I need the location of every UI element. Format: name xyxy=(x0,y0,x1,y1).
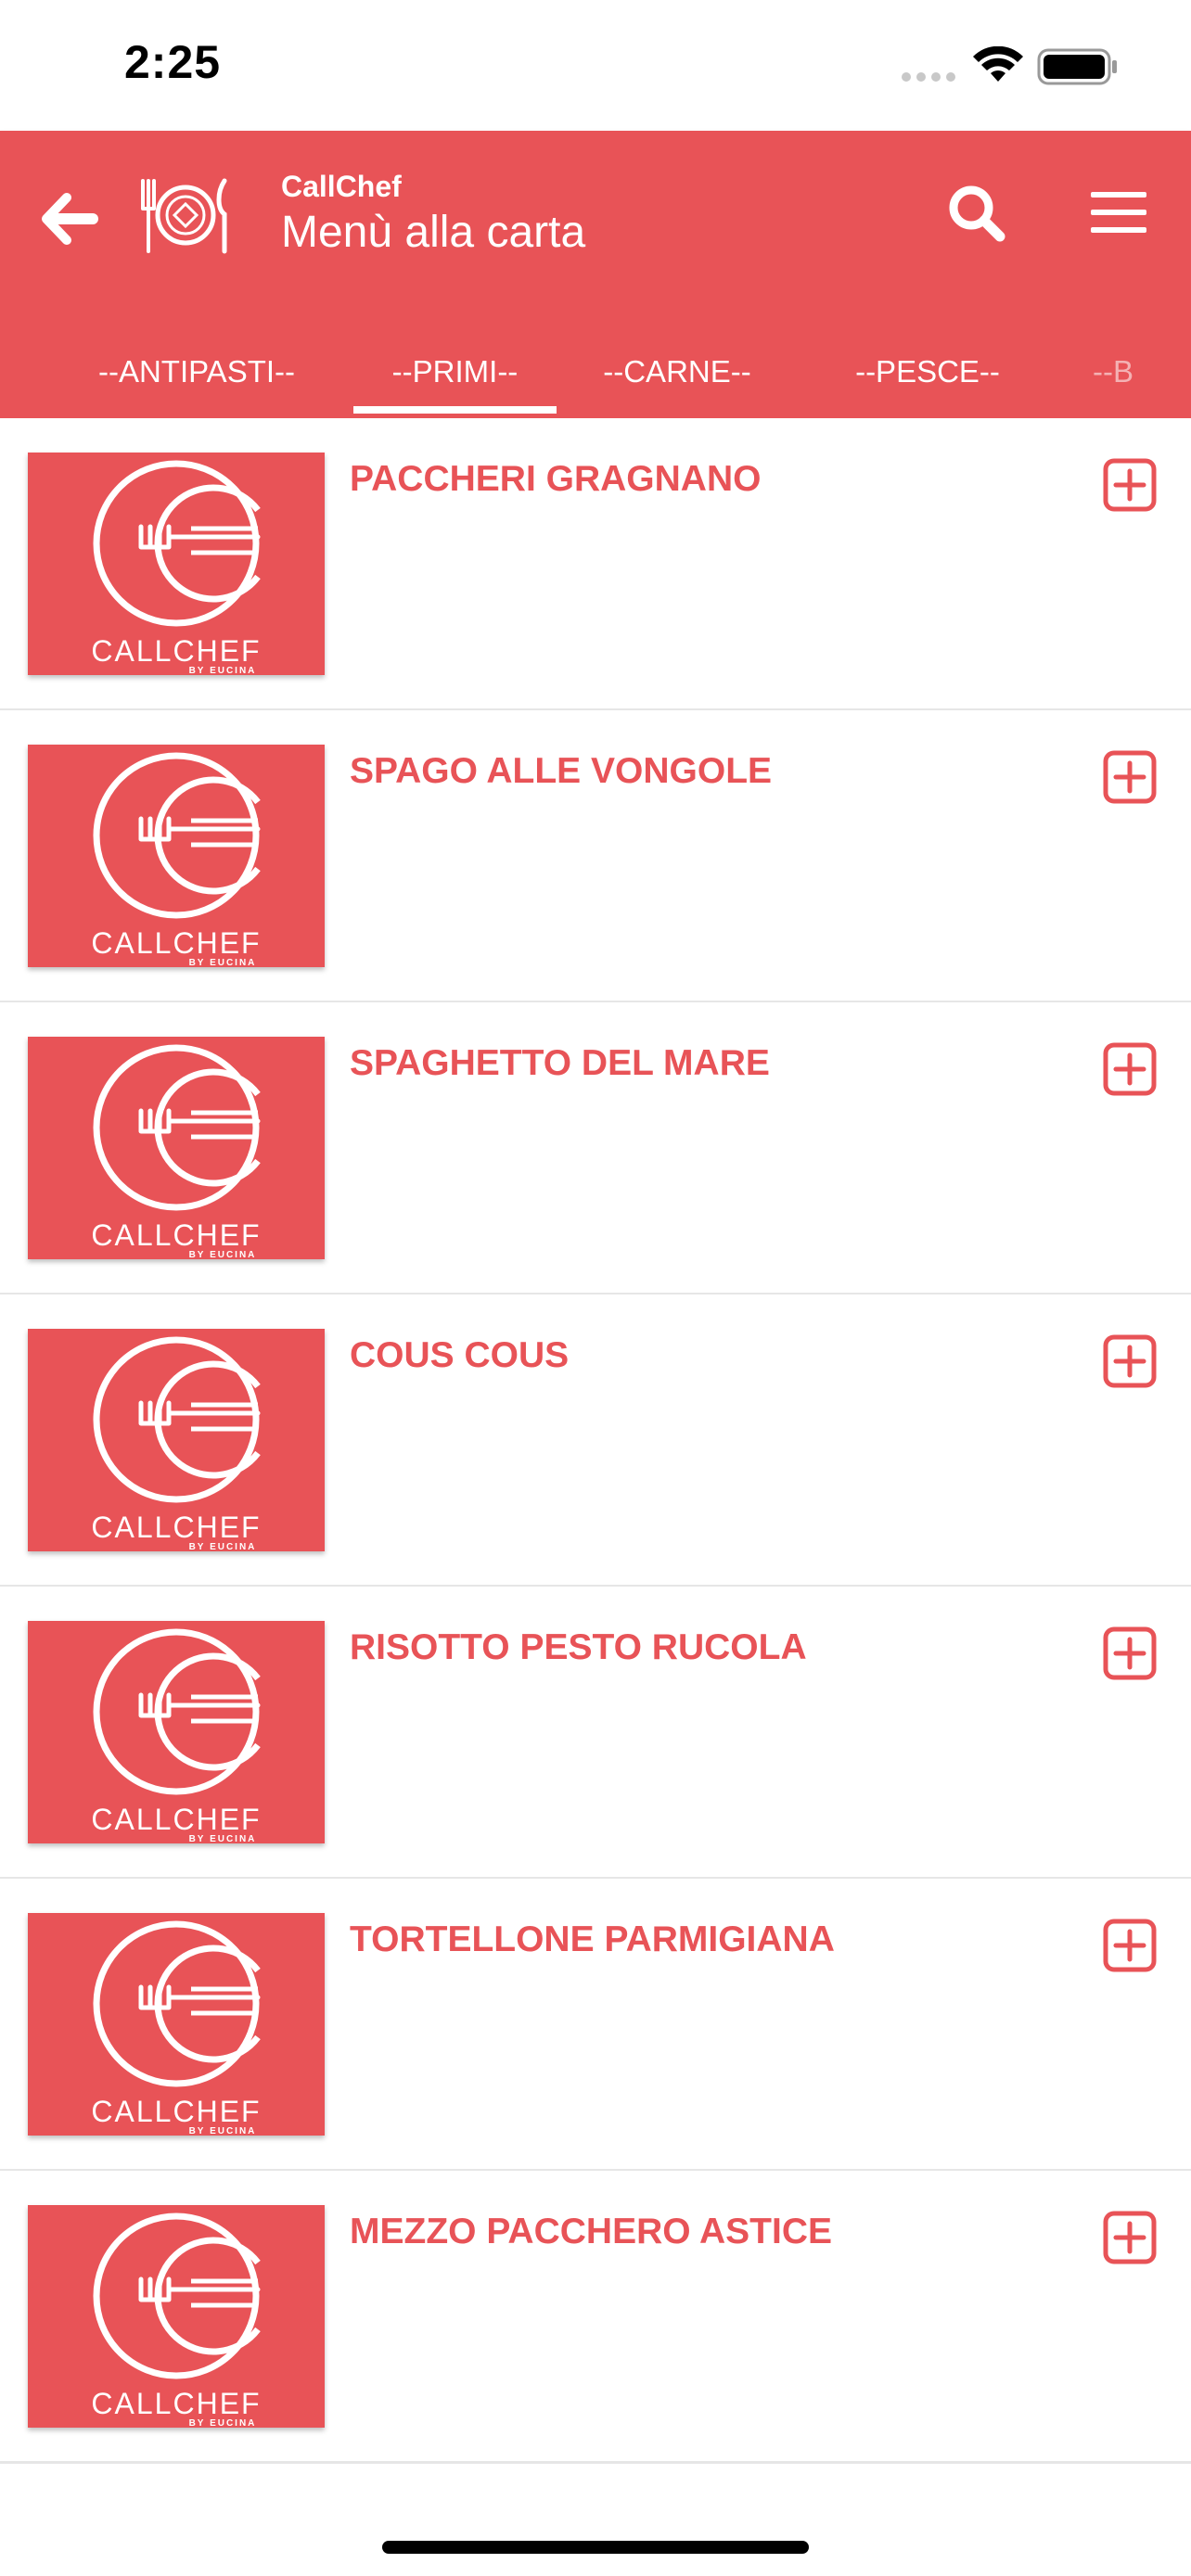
list-item[interactable]: CALLCHEF BY EUCINA PACCHERI GRAGNANO xyxy=(0,418,1191,711)
home-indicator[interactable] xyxy=(382,2541,809,2554)
dish-thumbnail: CALLCHEF BY EUCINA xyxy=(28,1621,325,1843)
selected-tab-indicator xyxy=(353,406,557,414)
thumbnail-brand-text: CALLCHEF xyxy=(91,2387,262,2420)
tab-label: --CARNE-- xyxy=(603,354,751,389)
dish-name: RISOTTO PESTO RUCOLA xyxy=(350,1627,807,1667)
plus-square-icon[interactable] xyxy=(1103,458,1157,512)
plus-square-icon[interactable] xyxy=(1103,1919,1157,1972)
plus-square-icon[interactable] xyxy=(1103,750,1157,804)
plus-square-icon[interactable] xyxy=(1103,1334,1157,1388)
list-item[interactable]: CALLCHEF BY EUCINA TORTELLONE PARMIGIANA xyxy=(0,1879,1191,2172)
thumbnail-sub-text: BY EUCINA xyxy=(188,666,257,675)
category-tabs: --ANTIPASTI-- --PRIMI-- --CARNE-- --PESC… xyxy=(0,325,1191,418)
hamburger-menu-icon[interactable] xyxy=(1085,179,1152,246)
thumbnail-sub-text: BY EUCINA xyxy=(188,2418,257,2428)
back-arrow-icon[interactable] xyxy=(37,186,102,251)
plus-square-icon[interactable] xyxy=(1103,2211,1157,2264)
app-header: CallChef Menù alla carta --ANTIPASTI-- -… xyxy=(0,131,1191,418)
list-item[interactable]: CALLCHEF BY EUCINA COUS COUS xyxy=(0,1294,1191,1588)
plus-square-icon[interactable] xyxy=(1103,1626,1157,1680)
tab-antipasti[interactable]: --ANTIPASTI-- xyxy=(58,325,336,418)
wifi-icon xyxy=(973,46,1023,82)
page-title: Menù alla carta xyxy=(281,208,586,257)
thumbnail-sub-text: BY EUCINA xyxy=(188,1250,257,1259)
dish-name: SPAGO ALLE VONGOLE xyxy=(350,751,773,791)
status-time: 2:25 xyxy=(124,36,222,88)
thumbnail-brand-text: CALLCHEF xyxy=(91,2095,262,2128)
dish-name: SPAGHETTO DEL MARE xyxy=(350,1043,770,1083)
thumbnail-sub-text: BY EUCINA xyxy=(188,1542,257,1551)
list-item[interactable]: CALLCHEF BY EUCINA RISOTTO PESTO RUCOLA xyxy=(0,1587,1191,1880)
thumbnail-sub-text: BY EUCINA xyxy=(188,2126,257,2136)
thumbnail-brand-text: CALLCHEF xyxy=(91,634,262,668)
list-item[interactable]: CALLCHEF BY EUCINA SPAGO ALLE VONGOLE xyxy=(0,710,1191,1003)
dish-name: MEZZO PACCHERO ASTICE xyxy=(350,2212,833,2251)
list-item[interactable]: CALLCHEF BY EUCINA SPAGHETTO DEL MARE xyxy=(0,1002,1191,1295)
search-icon[interactable] xyxy=(944,181,1009,246)
dish-thumbnail: CALLCHEF BY EUCINA xyxy=(28,1913,325,2136)
tab-pesce[interactable]: --PESCE-- xyxy=(826,325,1030,418)
dish-thumbnail: CALLCHEF BY EUCINA xyxy=(28,2205,325,2428)
dish-name: PACCHERI GRAGNANO xyxy=(350,459,762,499)
dish-thumbnail: CALLCHEF BY EUCINA xyxy=(28,1329,325,1551)
cellular-signal-icon xyxy=(902,72,957,82)
battery-icon xyxy=(1037,48,1117,85)
thumbnail-sub-text: BY EUCINA xyxy=(188,1834,257,1843)
plus-square-icon[interactable] xyxy=(1103,1042,1157,1096)
status-bar: 2:25 xyxy=(0,0,1191,131)
tab-label: --PESCE-- xyxy=(855,354,1000,389)
thumbnail-sub-text: BY EUCINA xyxy=(188,958,257,967)
dish-name: COUS COUS xyxy=(350,1335,570,1375)
thumbnail-brand-text: CALLCHEF xyxy=(91,1511,262,1544)
app-name: CallChef xyxy=(281,170,402,203)
tab-b[interactable]: --B xyxy=(1080,325,1191,418)
tab-carne[interactable]: --CARNE-- xyxy=(575,325,779,418)
dish-name: TORTELLONE PARMIGIANA xyxy=(350,1919,835,1959)
dish-thumbnail: CALLCHEF BY EUCINA xyxy=(28,1037,325,1259)
thumbnail-brand-text: CALLCHEF xyxy=(91,926,262,960)
tab-label: --PRIMI-- xyxy=(391,354,519,389)
dish-thumbnail: CALLCHEF BY EUCINA xyxy=(28,453,325,675)
list-item[interactable]: CALLCHEF BY EUCINA MEZZO PACCHERO ASTICE xyxy=(0,2171,1191,2464)
plate-cutlery-logo-icon xyxy=(141,178,227,254)
tab-label: --ANTIPASTI-- xyxy=(97,354,296,389)
tab-label: --B xyxy=(1093,354,1133,389)
thumbnail-brand-text: CALLCHEF xyxy=(91,1803,262,1836)
dish-thumbnail: CALLCHEF BY EUCINA xyxy=(28,745,325,967)
thumbnail-brand-text: CALLCHEF xyxy=(91,1218,262,1252)
tab-primi[interactable]: --PRIMI-- xyxy=(353,325,557,418)
